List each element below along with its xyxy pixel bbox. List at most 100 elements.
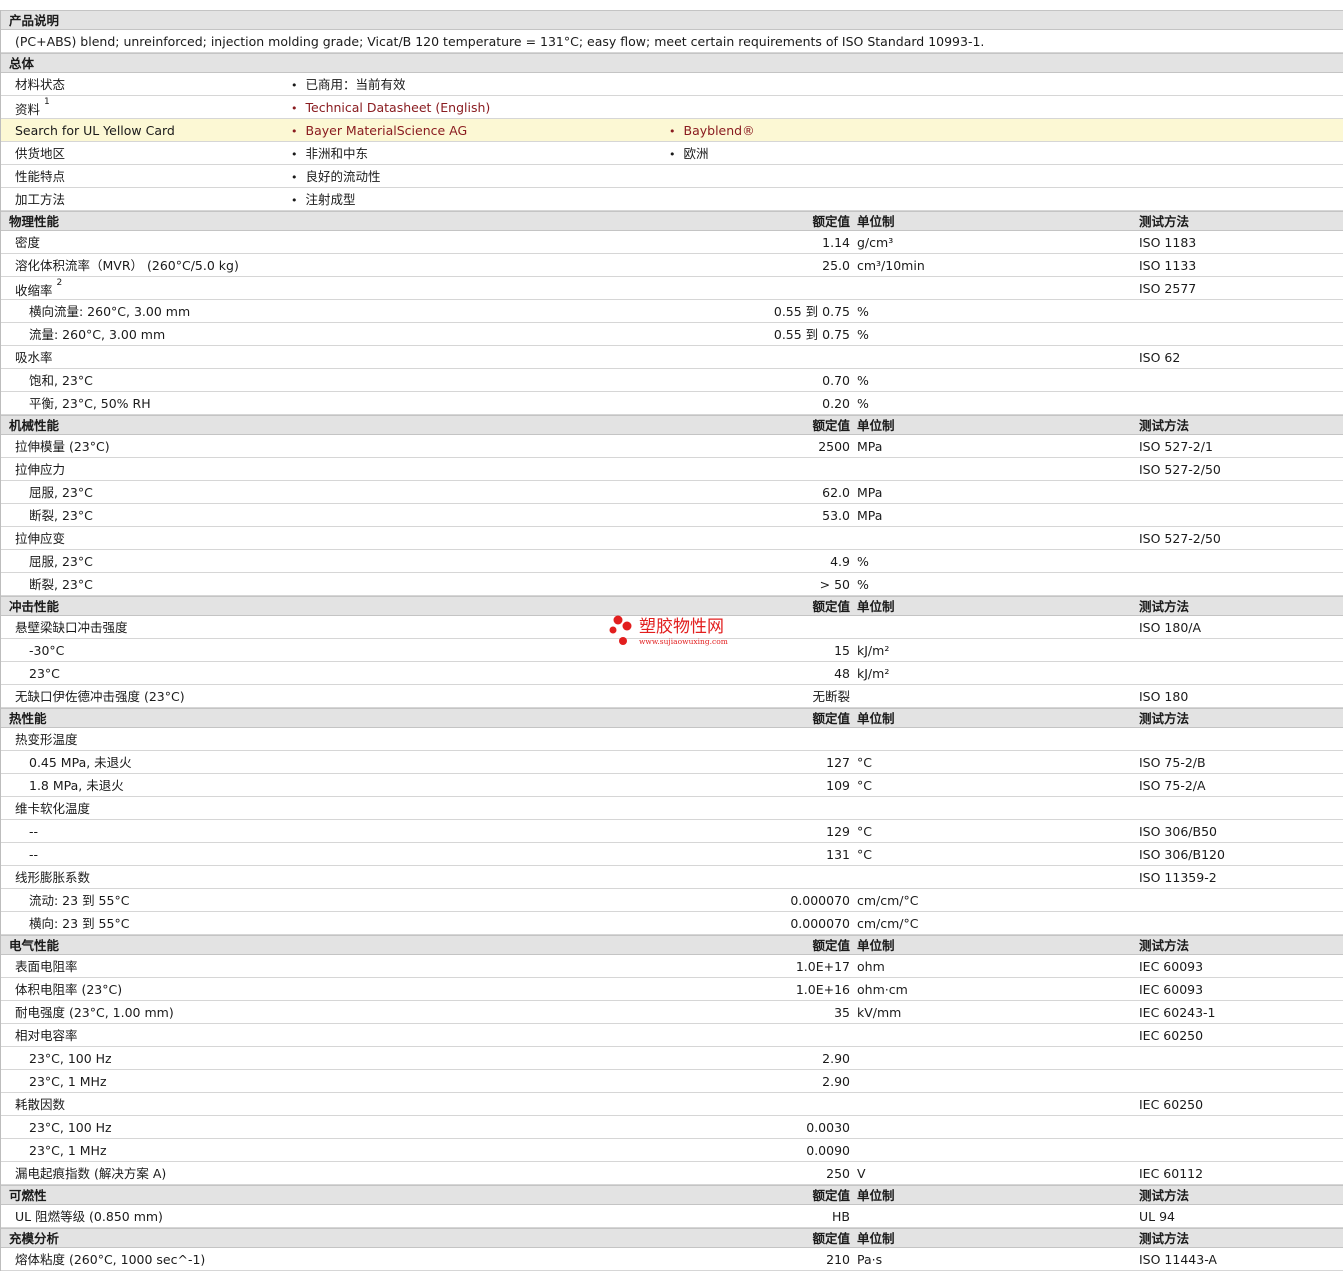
- general-link[interactable]: Bayer MaterialScience AG: [291, 123, 468, 139]
- general-label: 资料 1: [15, 97, 50, 117]
- general-label-text: Search for UL Yellow Card: [15, 123, 175, 138]
- property-label: 屈服, 23°C: [29, 554, 93, 569]
- property-row: 表面电阻率 1.0E+17 ohm IEC 60093: [1, 955, 1343, 978]
- property-label: 饱和, 23°C: [29, 373, 93, 388]
- property-label: --: [29, 847, 38, 862]
- footnote-marker: 1: [44, 97, 50, 107]
- general-row: 性能特点 良好的流动性: [1, 165, 1343, 188]
- footnote-marker: 2: [56, 278, 63, 288]
- property-label: 23°C, 100 Hz: [29, 1051, 112, 1066]
- property-row: 维卡软化温度: [1, 797, 1343, 820]
- property-sections: 物理性能 额定值 单位制 测试方法 密度 1.14 g/cm³ ISO 1183 溶化体积流率（…: [1, 211, 1343, 1271]
- property-value: 2.90: [822, 1074, 850, 1089]
- property-row: 热变形温度: [1, 728, 1343, 751]
- property-row: 密度 1.14 g/cm³ ISO 1183: [1, 231, 1343, 254]
- property-label: 维卡软化温度: [15, 801, 90, 816]
- general-label: 性能特点: [15, 169, 65, 184]
- column-header-value: 额定值: [812, 938, 850, 953]
- property-label-text: 断裂, 23°C: [29, 577, 93, 592]
- property-label-text: 饱和, 23°C: [29, 373, 93, 388]
- property-unit: °C: [857, 755, 872, 770]
- property-label-text: 热变形温度: [15, 732, 78, 747]
- property-label-text: 溶化体积流率（MVR） (260°C/5.0 kg): [15, 258, 239, 273]
- property-row: 0.45 MPa, 未退火 127 °C ISO 75-2/B: [1, 751, 1343, 774]
- property-label-text: 熔体粘度 (260°C, 1000 sec^-1): [15, 1252, 206, 1267]
- property-label: 悬壁梁缺口冲击强度: [15, 620, 128, 635]
- property-value: > 50: [819, 577, 850, 592]
- property-value: 131: [826, 847, 850, 862]
- test-method: ISO 306/B120: [1139, 847, 1225, 862]
- property-label: 屈服, 23°C: [29, 485, 93, 500]
- property-row: 耐电强度 (23°C, 1.00 mm) 35 kV/mm IEC 60243-1: [1, 1001, 1343, 1024]
- property-unit: °C: [857, 847, 872, 862]
- property-label: 拉伸应力: [15, 462, 65, 477]
- section-header: 冲击性能 额定值 单位制 测试方法: [1, 596, 1343, 616]
- test-method: IEC 60093: [1139, 982, 1204, 997]
- column-header-value: 额定值: [812, 418, 850, 433]
- property-label-text: 漏电起痕指数 (解决方案 A): [15, 1166, 167, 1181]
- test-method: ISO 306/B50: [1139, 824, 1217, 839]
- property-unit: %: [857, 373, 869, 388]
- property-label-text: 23°C, 1 MHz: [29, 1074, 107, 1089]
- property-label: 密度: [15, 235, 40, 250]
- property-row: 溶化体积流率（MVR） (260°C/5.0 kg) 25.0 cm³/10min I…: [1, 254, 1343, 277]
- property-label-text: 0.45 MPa, 未退火: [29, 755, 132, 770]
- test-method: ISO 527-2/50: [1139, 531, 1221, 546]
- property-label: --: [29, 824, 38, 839]
- property-value: 1.14: [822, 235, 850, 250]
- property-value: HB: [832, 1209, 850, 1224]
- property-unit: MPa: [857, 485, 883, 500]
- property-unit: %: [857, 577, 869, 592]
- property-label: 23°C, 1 MHz: [29, 1074, 107, 1089]
- general-label-text: 加工方法: [15, 192, 66, 207]
- property-label-text: 无缺口伊佐德冲击强度 (23°C): [15, 689, 185, 704]
- property-label: 拉伸模量 (23°C): [15, 439, 110, 454]
- property-row: 相对电容率 IEC 60250: [1, 1024, 1343, 1047]
- column-header-method: 测试方法: [1139, 711, 1190, 726]
- watermark-url: www.sujiaowuxing.com: [639, 637, 728, 646]
- property-label-text: 横向: 23 到 55°C: [29, 916, 130, 931]
- property-row: -- 129 °C ISO 306/B50: [1, 820, 1343, 843]
- general-label-text: 材料状态: [15, 77, 66, 92]
- test-method: ISO 1133: [1139, 258, 1197, 273]
- property-value: 25.0: [822, 258, 850, 273]
- property-row: 屈服, 23°C 4.9%: [1, 550, 1343, 573]
- general-row: 供货地区 非洲和中东 欧洲: [1, 142, 1343, 165]
- general-link[interactable]: Bayblend®: [669, 123, 755, 139]
- property-row: 收缩率 2 ISO 2577: [1, 277, 1343, 300]
- general-label: 材料状态: [15, 77, 65, 92]
- test-method: ISO 11443-A: [1139, 1252, 1217, 1267]
- general-value: 欧洲: [669, 146, 709, 162]
- property-label: 溶化体积流率（MVR） (260°C/5.0 kg): [15, 258, 239, 273]
- property-row: 23°C, 100 Hz 0.0030: [1, 1116, 1343, 1139]
- property-unit: kJ/m²: [857, 643, 890, 658]
- property-label-text: -30°C: [29, 643, 65, 658]
- property-unit: %: [857, 396, 869, 411]
- property-value: 0.55 到 0.75: [773, 327, 850, 342]
- property-unit: cm³/10min: [857, 258, 925, 273]
- property-label: 热变形温度: [15, 732, 78, 747]
- property-value: 1.0E+16: [795, 982, 850, 997]
- general-link[interactable]: Technical Datasheet (English): [291, 100, 491, 116]
- test-method: ISO 180/A: [1139, 620, 1202, 635]
- product-description-row: (PC+ABS) blend; unreinforced; injection …: [1, 30, 1343, 53]
- property-label-text: 拉伸模量 (23°C): [15, 439, 110, 454]
- property-label: 耐电强度 (23°C, 1.00 mm): [15, 1005, 174, 1020]
- property-value: 0.20: [822, 396, 850, 411]
- property-unit: Pa·s: [857, 1252, 883, 1267]
- property-label-text: 流动: 23 到 55°C: [29, 893, 130, 908]
- property-label-text: 表面电阻率: [15, 959, 78, 974]
- section-title: 热性能: [9, 711, 47, 726]
- section-header: 充模分析 额定值 单位制 测试方法: [1, 1228, 1343, 1248]
- general-value: 良好的流动性: [291, 169, 381, 185]
- property-label: 吸水率: [15, 350, 53, 365]
- property-value: 0.000070: [790, 893, 850, 908]
- property-label-text: 吸水率: [15, 350, 53, 365]
- property-row: UL 阻燃等级 (0.850 mm) HB UL 94: [1, 1205, 1343, 1228]
- column-header-unit: 单位制: [857, 938, 895, 953]
- product-description-text: (PC+ABS) blend; unreinforced; injection …: [15, 34, 985, 49]
- section-header: 电气性能 额定值 单位制 测试方法: [1, 935, 1343, 955]
- test-method: ISO 527-2/1: [1139, 439, 1213, 454]
- property-row: 屈服, 23°C 62.0 MPa: [1, 481, 1343, 504]
- test-method: IEC 60093: [1139, 959, 1204, 974]
